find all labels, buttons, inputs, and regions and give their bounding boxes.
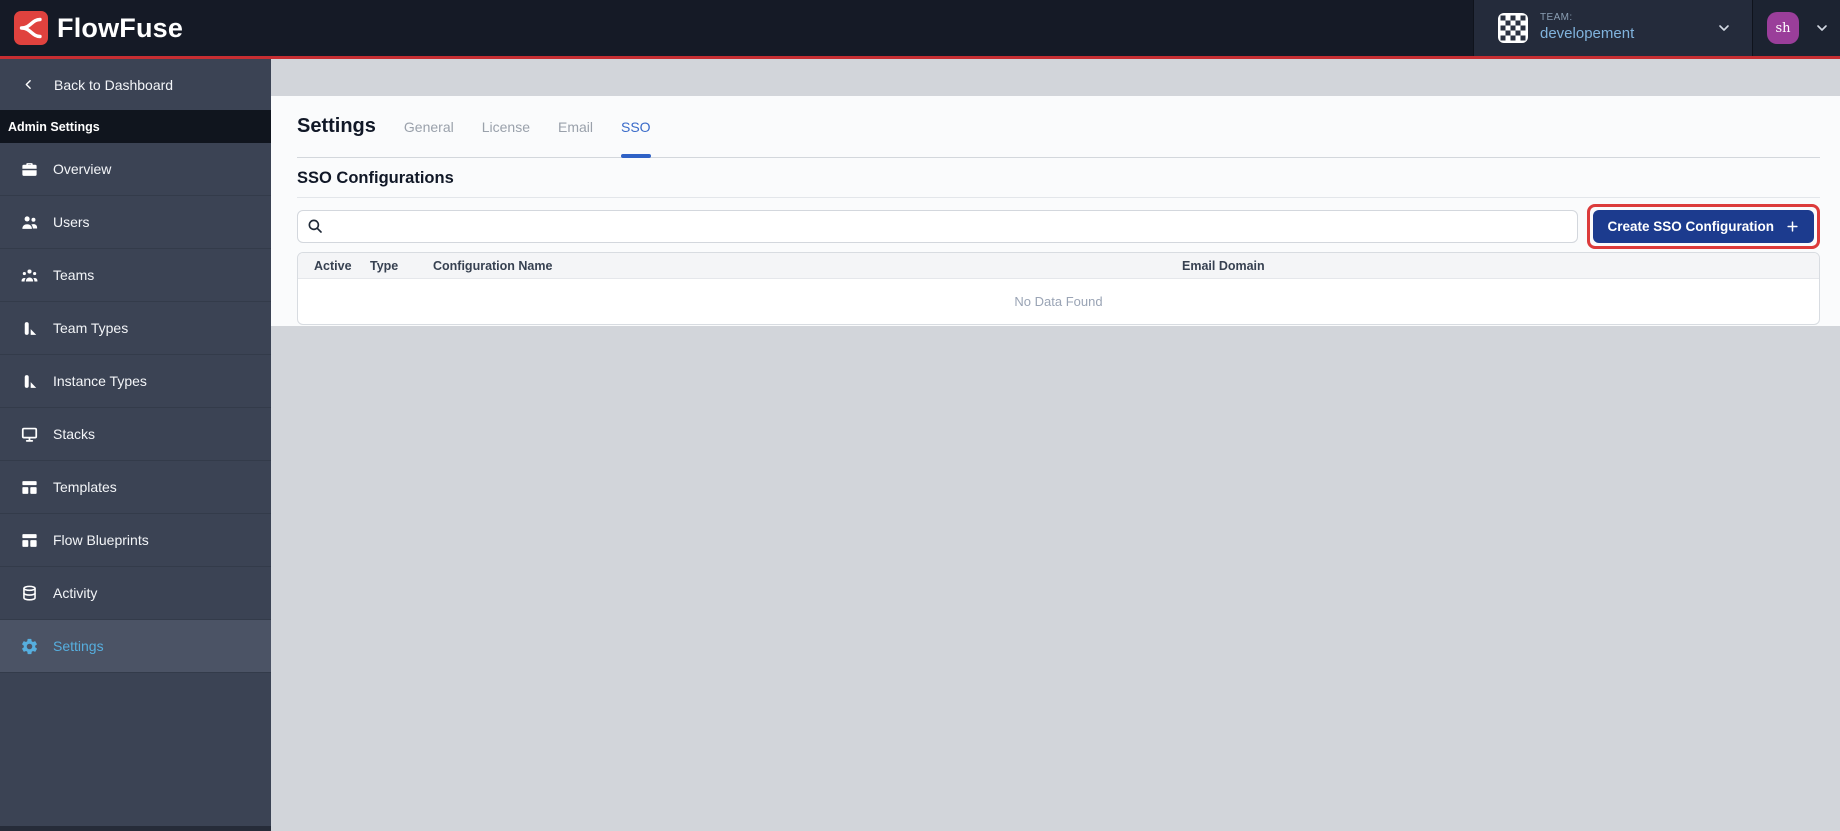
plus-icon — [1785, 219, 1800, 234]
table-header-row: Active Type Configuration Name Email Dom… — [298, 253, 1819, 279]
sidebar-item-flow-blueprints[interactable]: Flow Blueprints — [0, 514, 271, 567]
search-field-wrap — [297, 210, 1579, 243]
sso-heading-row: SSO Configurations — [297, 158, 1820, 198]
tab-sso[interactable]: SSO — [607, 96, 665, 158]
column-header-configuration-name: Configuration Name — [433, 258, 553, 273]
annotation-highlight-box: Create SSO Configuration — [1587, 204, 1820, 249]
user-chevron-down-icon — [1814, 20, 1830, 36]
sso-toolbar: Create SSO Configuration — [297, 204, 1820, 249]
main-content: Settings General License Email SSO SSO C… — [271, 59, 1840, 831]
briefcase-icon — [20, 160, 39, 179]
sidebar-item-label: Settings — [53, 638, 104, 654]
flowfuse-logo-icon — [14, 11, 48, 45]
team-kicker-label: TEAM: — [1540, 12, 1573, 24]
team-selector[interactable]: TEAM: developement — [1473, 0, 1752, 56]
settings-header: Settings General License Email SSO — [297, 96, 1820, 158]
back-to-dashboard-label: Back to Dashboard — [54, 76, 174, 93]
brand: FlowFuse — [0, 11, 183, 45]
search-input[interactable] — [297, 210, 1579, 243]
sidebar-item-label: Team Types — [53, 320, 129, 336]
search-icon — [306, 217, 324, 235]
sidebar-item-label: Templates — [53, 479, 117, 495]
sidebar-item-label: Users — [53, 214, 90, 230]
settings-panel: Settings General License Email SSO SSO C… — [271, 96, 1840, 326]
template-icon — [20, 531, 39, 550]
template-icon — [20, 478, 39, 497]
team-identicon — [1498, 13, 1528, 43]
gear-icon — [20, 637, 39, 656]
pill-flag-icon — [20, 372, 39, 391]
chevron-left-icon — [22, 78, 35, 91]
sidebar-item-instance-types[interactable]: Instance Types — [0, 355, 271, 408]
pill-flag-icon — [20, 319, 39, 338]
user-group-icon — [20, 266, 39, 285]
top-navbar: FlowFuse TEAM: developement sh — [0, 0, 1840, 56]
column-header-email-domain: Email Domain — [1182, 258, 1265, 273]
column-header-active: Active — [314, 258, 352, 273]
back-to-dashboard[interactable]: Back to Dashboard — [0, 59, 271, 110]
sidebar-bottom-strip — [0, 826, 271, 831]
sidebar-item-settings[interactable]: Settings — [0, 620, 271, 673]
create-sso-configuration-button[interactable]: Create SSO Configuration — [1593, 210, 1814, 243]
no-data-found-text: No Data Found — [1014, 294, 1103, 309]
database-icon — [20, 584, 39, 603]
sso-configurations-heading: SSO Configurations — [297, 169, 454, 187]
page-title: Settings — [297, 115, 376, 137]
sidebar-item-label: Teams — [53, 267, 95, 283]
create-sso-configuration-label: Create SSO Configuration — [1607, 219, 1774, 234]
monitor-icon — [20, 425, 39, 444]
sidebar: Back to Dashboard Admin Settings Overvie… — [0, 59, 271, 831]
sidebar-item-label: Activity — [53, 585, 98, 601]
tab-email[interactable]: Email — [544, 96, 607, 157]
team-name: developement — [1540, 24, 1635, 42]
sidebar-item-stacks[interactable]: Stacks — [0, 408, 271, 461]
sidebar-item-activity[interactable]: Activity — [0, 567, 271, 620]
team-chevron-down-icon — [1716, 20, 1732, 36]
sidebar-item-label: Stacks — [53, 426, 96, 442]
column-header-type: Type — [370, 258, 399, 273]
sidebar-item-teams[interactable]: Teams — [0, 249, 271, 302]
user-avatar: sh — [1767, 12, 1799, 44]
sidebar-item-overview[interactable]: Overview — [0, 143, 271, 196]
brand-name: FlowFuse — [57, 12, 184, 43]
users-icon — [20, 213, 39, 232]
table-empty-row: No Data Found — [298, 279, 1819, 324]
sidebar-item-templates[interactable]: Templates — [0, 461, 271, 514]
tab-general[interactable]: General — [390, 96, 468, 157]
admin-nav: Overview Users Teams Team Types Instance… — [0, 143, 271, 673]
user-menu[interactable]: sh — [1752, 0, 1840, 56]
sidebar-item-label: Flow Blueprints — [53, 532, 149, 548]
sidebar-item-team-types[interactable]: Team Types — [0, 302, 271, 355]
tab-license[interactable]: License — [468, 96, 544, 157]
sso-configurations-table: Active Type Configuration Name Email Dom… — [297, 252, 1820, 325]
admin-settings-section-label: Admin Settings — [0, 110, 271, 143]
sidebar-item-label: Overview — [53, 161, 112, 177]
sidebar-item-users[interactable]: Users — [0, 196, 271, 249]
sidebar-item-label: Instance Types — [53, 373, 147, 389]
